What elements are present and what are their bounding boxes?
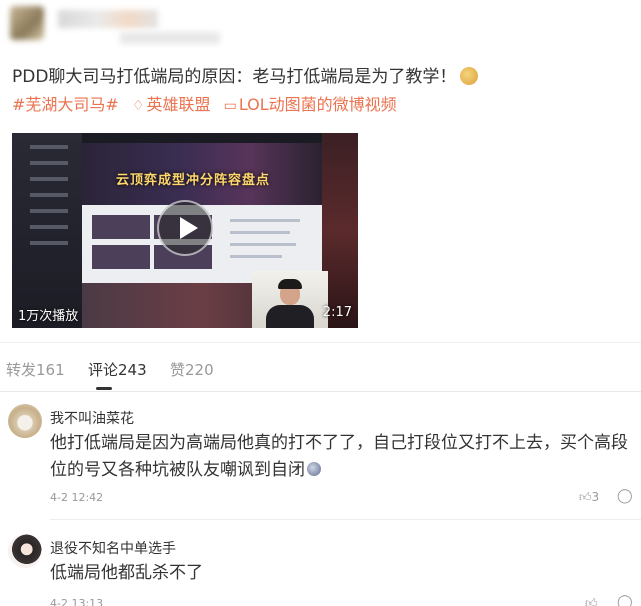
doge-emoji-icon bbox=[460, 67, 479, 85]
video-player[interactable]: 云顶弈成型冲分阵容盘点 1万次播放 2:17 bbox=[12, 133, 358, 328]
hashtag-link[interactable]: #芜湖大司马# bbox=[12, 95, 119, 114]
diamond-icon: ♢ bbox=[131, 98, 145, 114]
post-text: PDD聊大司马打低端局的原因：老马打低端局是为了教学！ bbox=[12, 67, 457, 87]
post-header bbox=[0, 0, 641, 58]
post-links: #芜湖大司马# ♢ 英雄联盟 ▭ LOL动图菌的微博视频 bbox=[12, 92, 632, 119]
video-frame-banner: 云顶弈成型冲分阵容盘点 bbox=[82, 143, 322, 205]
post-text-line: PDD聊大司马打低端局的原因：老马打低端局是为了教学！ bbox=[12, 64, 632, 90]
streamer-webcam bbox=[252, 271, 328, 328]
video-frame-thumb bbox=[92, 245, 150, 269]
reply-icon[interactable]: ◯ bbox=[617, 488, 633, 504]
comment-date: 4-2 13:13 bbox=[50, 597, 104, 606]
like-count: 3 bbox=[591, 490, 600, 504]
play-icon[interactable] bbox=[157, 200, 213, 256]
emoji-icon bbox=[307, 462, 321, 476]
author-name-blurred[interactable] bbox=[58, 10, 158, 28]
post-body: PDD聊大司马打低端局的原因：老马打低端局是为了教学！ #芜湖大司马# ♢ 英雄联… bbox=[12, 64, 632, 119]
video-duration: 2:17 bbox=[322, 305, 352, 320]
video-source-link[interactable]: LOL动图菌的微博视频 bbox=[239, 95, 397, 114]
reply-icon[interactable]: ◯ bbox=[617, 594, 633, 606]
like-button[interactable]: 👍︎3 bbox=[579, 490, 599, 505]
post-meta-blurred bbox=[120, 32, 220, 44]
avatar[interactable] bbox=[8, 404, 42, 438]
video-icon: ▭ bbox=[223, 98, 237, 114]
comment-username[interactable]: 我不叫油菜花 bbox=[50, 408, 134, 428]
comment-text: 低端局他都乱杀不了 bbox=[50, 563, 203, 583]
avatar[interactable] bbox=[8, 534, 42, 568]
comment-item: 退役不知名中单选手 低端局他都乱杀不了 4-2 13:13 👍︎ ◯ bbox=[0, 520, 641, 606]
video-banner-text: 云顶弈成型冲分阵容盘点 bbox=[116, 173, 271, 188]
comment-item: 我不叫油菜花 他打低端局是因为高端局他真的打不了了，自己打段位又打不上去，买个高… bbox=[0, 392, 641, 520]
tab-comments[interactable]: 评论243 bbox=[88, 359, 147, 380]
comment-username[interactable]: 退役不知名中单选手 bbox=[50, 538, 176, 558]
topic-link[interactable]: 英雄联盟 bbox=[146, 95, 210, 114]
comment-text: 他打低端局是因为高端局他真的打不了了，自己打段位又打不上去，买个高段位的号又各种… bbox=[50, 430, 630, 484]
thumbs-up-icon: 👍︎ bbox=[585, 596, 598, 606]
like-button[interactable]: 👍︎ bbox=[585, 596, 598, 606]
tab-likes[interactable]: 赞220 bbox=[170, 359, 214, 380]
comment-date: 4-2 12:42 bbox=[50, 491, 104, 504]
video-frame-thumb bbox=[92, 215, 150, 239]
author-avatar[interactable] bbox=[10, 6, 44, 40]
comment-text-content: 他打低端局是因为高端局他真的打不了了，自己打段位又打不上去，买个高段位的号又各种… bbox=[50, 433, 628, 480]
video-frame-sidebar bbox=[12, 133, 82, 328]
tab-reposts[interactable]: 转发161 bbox=[6, 359, 65, 380]
thumbs-up-icon: 👍︎ bbox=[579, 490, 592, 504]
video-play-count: 1万次播放 bbox=[18, 309, 79, 324]
interaction-tabs: 转发161 评论243 赞220 bbox=[0, 342, 641, 392]
active-tab-indicator bbox=[96, 387, 112, 390]
